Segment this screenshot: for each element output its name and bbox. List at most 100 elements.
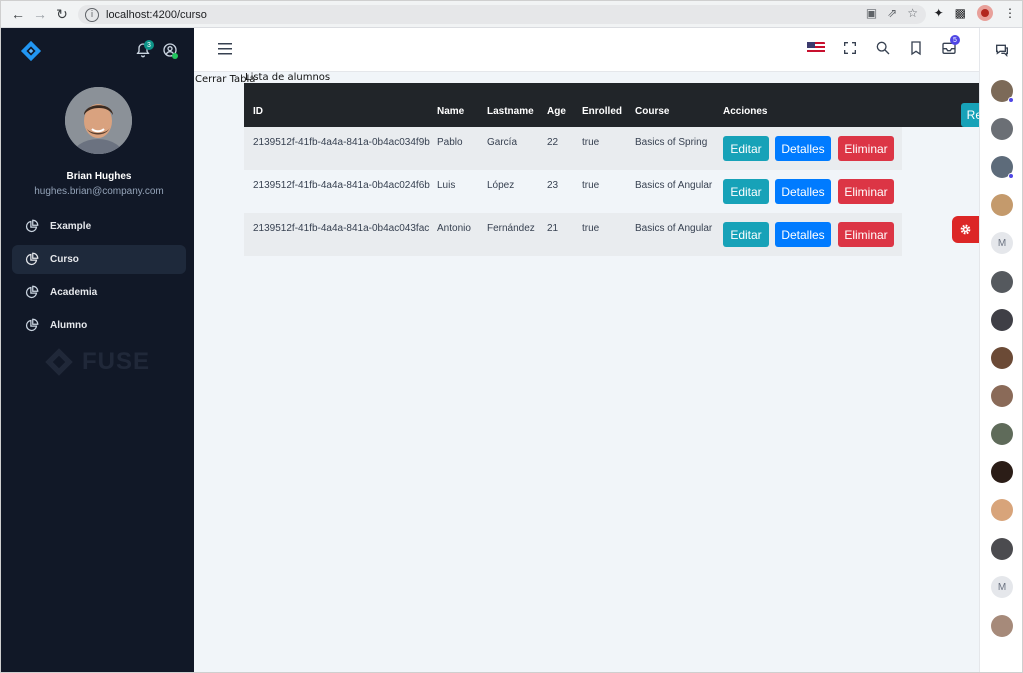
contact-avatar[interactable]: [991, 80, 1014, 103]
edit-button[interactable]: Editar: [723, 222, 769, 247]
table-row: 2139512f-41fb-4a4a-841a-0b4ac024f6b Luis…: [244, 170, 902, 213]
back-arrow-icon[interactable]: ←: [7, 3, 29, 25]
delete-button[interactable]: Eliminar: [838, 222, 894, 247]
cell-name: Antonio: [437, 223, 471, 234]
contact-avatar[interactable]: [991, 309, 1013, 331]
column-header-course: Course: [635, 106, 670, 117]
column-header-id: ID: [253, 106, 263, 117]
contact-avatar[interactable]: M: [991, 576, 1013, 598]
table-header: ID Name Lastname Age Enrolled Course Acc…: [244, 83, 1021, 127]
user-online-status: [172, 53, 178, 59]
column-header-enrolled: Enrolled: [582, 106, 623, 117]
column-header-lastname: Lastname: [487, 106, 534, 117]
extensions-icon[interactable]: ✦: [934, 6, 944, 20]
cell-id: 2139512f-41fb-4a4a-841a-0b4ac024f6b: [253, 180, 430, 191]
table-row: 2139512f-41fb-4a4a-841a-0b4ac034f9b Pabl…: [244, 127, 902, 170]
column-header-age: Age: [547, 106, 566, 117]
contact-avatar[interactable]: [991, 194, 1013, 216]
cell-lastname: García: [487, 137, 518, 148]
site-info-icon[interactable]: i: [85, 7, 99, 22]
cell-course: Basics of Angular: [635, 223, 713, 234]
cell-course: Basics of Angular: [635, 180, 713, 191]
cell-lastname: López: [487, 180, 515, 191]
details-button[interactable]: Detalles: [775, 179, 831, 204]
share-icon[interactable]: ⇗: [887, 6, 897, 20]
pie-chart-icon: [25, 318, 39, 332]
edit-button[interactable]: Editar: [723, 179, 769, 204]
settings-drawer-button[interactable]: [952, 216, 979, 243]
cell-id: 2139512f-41fb-4a4a-841a-0b4ac043fac: [253, 223, 430, 234]
contact-avatar[interactable]: [991, 385, 1013, 407]
details-button[interactable]: Detalles: [775, 222, 831, 247]
avatar: [65, 87, 132, 154]
language-flag-icon[interactable]: [807, 42, 825, 54]
sidebar-item-label: Alumno: [50, 320, 88, 331]
pie-chart-icon: [25, 219, 39, 233]
cell-name: Luis: [437, 180, 456, 191]
mail-badge: 5: [950, 35, 960, 45]
contacts-panel: M M: [979, 28, 1022, 672]
column-header-actions: Acciones: [723, 106, 768, 117]
menu-hamburger-icon[interactable]: [218, 43, 232, 55]
details-button[interactable]: Detalles: [775, 136, 831, 161]
contact-avatar[interactable]: [991, 271, 1013, 293]
browser-toolbar: ← → ↻ i localhost:4200/curso ▣ ⇗ ☆ ✦ ▩ ⋮: [1, 1, 1022, 28]
contact-avatar[interactable]: [991, 615, 1013, 637]
contact-avatar[interactable]: [991, 423, 1013, 445]
pie-chart-icon: [25, 252, 39, 266]
fuse-logo-icon: [45, 348, 73, 376]
contact-avatar[interactable]: [991, 461, 1013, 483]
sidebar-menu: Example Curso Academia Alumno: [12, 212, 186, 344]
cell-name: Pablo: [437, 137, 463, 148]
sidebar-item-alumno[interactable]: Alumno: [12, 311, 186, 340]
chat-icon[interactable]: [994, 42, 1010, 58]
online-indicator: [1008, 173, 1014, 179]
user-email: hughes.brian@company.com: [34, 186, 164, 197]
fullscreen-icon[interactable]: [842, 40, 858, 56]
bookmark-star-icon[interactable]: ☆: [907, 6, 918, 20]
browser-menu-icon[interactable]: ⋮: [1004, 6, 1016, 20]
messages-button[interactable]: 5: [941, 35, 960, 56]
contact-avatar[interactable]: M: [991, 232, 1013, 254]
column-header-name: Name: [437, 106, 465, 117]
translate-icon[interactable]: ▣: [866, 6, 877, 20]
online-indicator: [1008, 97, 1014, 103]
sidebar-item-example[interactable]: Example: [12, 212, 186, 241]
delete-button[interactable]: Eliminar: [838, 179, 894, 204]
delete-button[interactable]: Eliminar: [838, 136, 894, 161]
address-bar[interactable]: i localhost:4200/curso ▣ ⇗ ☆: [78, 5, 926, 24]
sidebar-item-label: Example: [50, 221, 92, 232]
contact-avatar[interactable]: [991, 538, 1013, 560]
cell-enrolled: true: [582, 223, 600, 234]
profile-avatar-icon[interactable]: [977, 5, 993, 21]
sidebar-item-curso[interactable]: Curso: [12, 245, 186, 274]
gear-icon: [960, 224, 971, 235]
cell-id: 2139512f-41fb-4a4a-841a-0b4ac034f9b: [253, 137, 430, 148]
sidebar-item-label: Curso: [50, 254, 79, 265]
contact-avatar[interactable]: [991, 347, 1013, 369]
cell-age: 23: [547, 180, 559, 191]
bookmark-icon[interactable]: [908, 40, 924, 56]
app-window: ← → ↻ i localhost:4200/curso ▣ ⇗ ☆ ✦ ▩ ⋮: [0, 0, 1023, 673]
search-icon[interactable]: [875, 40, 891, 56]
forward-arrow-icon[interactable]: →: [29, 3, 51, 25]
user-name: Brian Hughes: [66, 171, 132, 182]
pie-chart-icon: [25, 285, 39, 299]
sidebar-item-academia[interactable]: Academia: [12, 278, 186, 307]
cell-enrolled: true: [582, 137, 600, 148]
sidebar: 3 Brian Hughes hughes.brian@company.com: [1, 28, 194, 672]
contact-avatar[interactable]: [991, 499, 1013, 521]
edit-button[interactable]: Editar: [723, 136, 769, 161]
fuse-watermark: FUSE: [44, 347, 150, 377]
table-caption: Lista de alumnos: [245, 72, 331, 83]
cell-enrolled: true: [582, 180, 600, 191]
url-text[interactable]: localhost:4200/curso: [106, 9, 207, 21]
reload-icon[interactable]: ↻: [51, 3, 73, 25]
contact-avatar[interactable]: [991, 118, 1013, 140]
topbar: 5: [194, 28, 979, 72]
main-content: Cerrar Tabla Lista de alumnos ID Name La…: [194, 72, 1021, 672]
cell-age: 22: [547, 137, 559, 148]
app-logo-icon[interactable]: [20, 40, 42, 62]
side-panel-icon[interactable]: ▩: [955, 6, 966, 20]
contact-avatar[interactable]: [991, 156, 1014, 179]
